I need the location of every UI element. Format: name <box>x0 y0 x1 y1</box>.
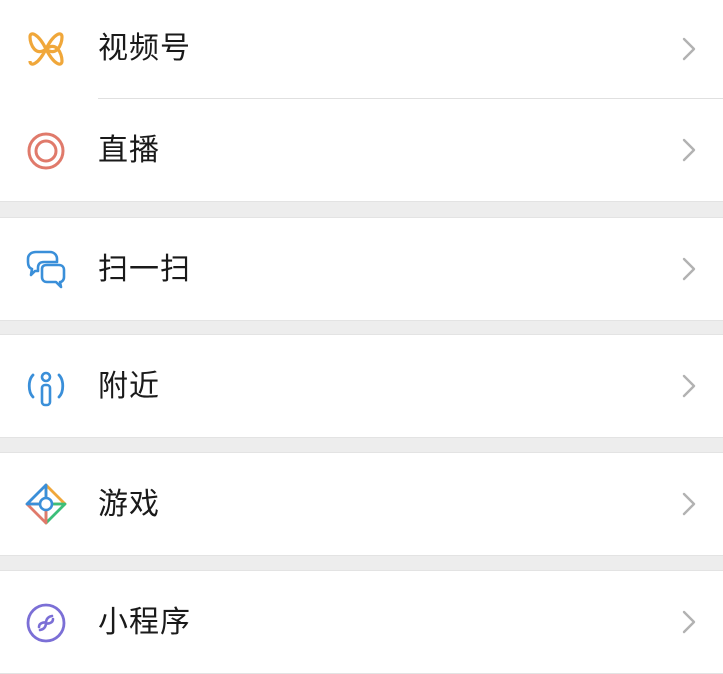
menu-item-scan[interactable]: 扫一扫 <box>0 218 723 320</box>
channels-icon <box>24 27 68 71</box>
chevron-right-icon <box>679 35 699 63</box>
menu-item-mini-programs[interactable]: 小程序 <box>0 571 723 673</box>
menu-item-nearby-label: 附近 <box>98 369 160 404</box>
menu-item-channels[interactable]: 视频号 <box>0 0 723 99</box>
menu-item-games[interactable]: 游戏 <box>0 453 723 555</box>
menu-item-live-label: 直播 <box>98 133 160 168</box>
chevron-right-icon <box>679 372 699 400</box>
chevron-right-icon <box>679 136 699 164</box>
menu-item-games-label: 游戏 <box>98 487 160 522</box>
mini-program-icon <box>24 601 68 645</box>
group-mini-programs: 小程序 <box>0 570 723 674</box>
menu-item-channels-label: 视频号 <box>98 31 191 66</box>
live-icon <box>24 129 68 173</box>
games-icon <box>24 482 68 526</box>
group-scan: 扫一扫 <box>0 217 723 321</box>
menu-item-mini-programs-label: 小程序 <box>98 605 191 640</box>
scan-icon <box>24 247 68 291</box>
chevron-right-icon <box>679 490 699 518</box>
nearby-icon <box>24 365 68 409</box>
group-channels-live: 视频号 直播 <box>0 0 723 202</box>
menu-item-live[interactable]: 直播 <box>0 99 723 201</box>
discover-screen: 视频号 直播 扫一扫 附近 游戏 小程序 <box>0 0 723 674</box>
chevron-right-icon <box>679 608 699 636</box>
group-nearby: 附近 <box>0 334 723 438</box>
chevron-right-icon <box>679 255 699 283</box>
menu-item-scan-label: 扫一扫 <box>98 252 191 287</box>
group-games: 游戏 <box>0 452 723 556</box>
menu-item-nearby[interactable]: 附近 <box>0 335 723 437</box>
